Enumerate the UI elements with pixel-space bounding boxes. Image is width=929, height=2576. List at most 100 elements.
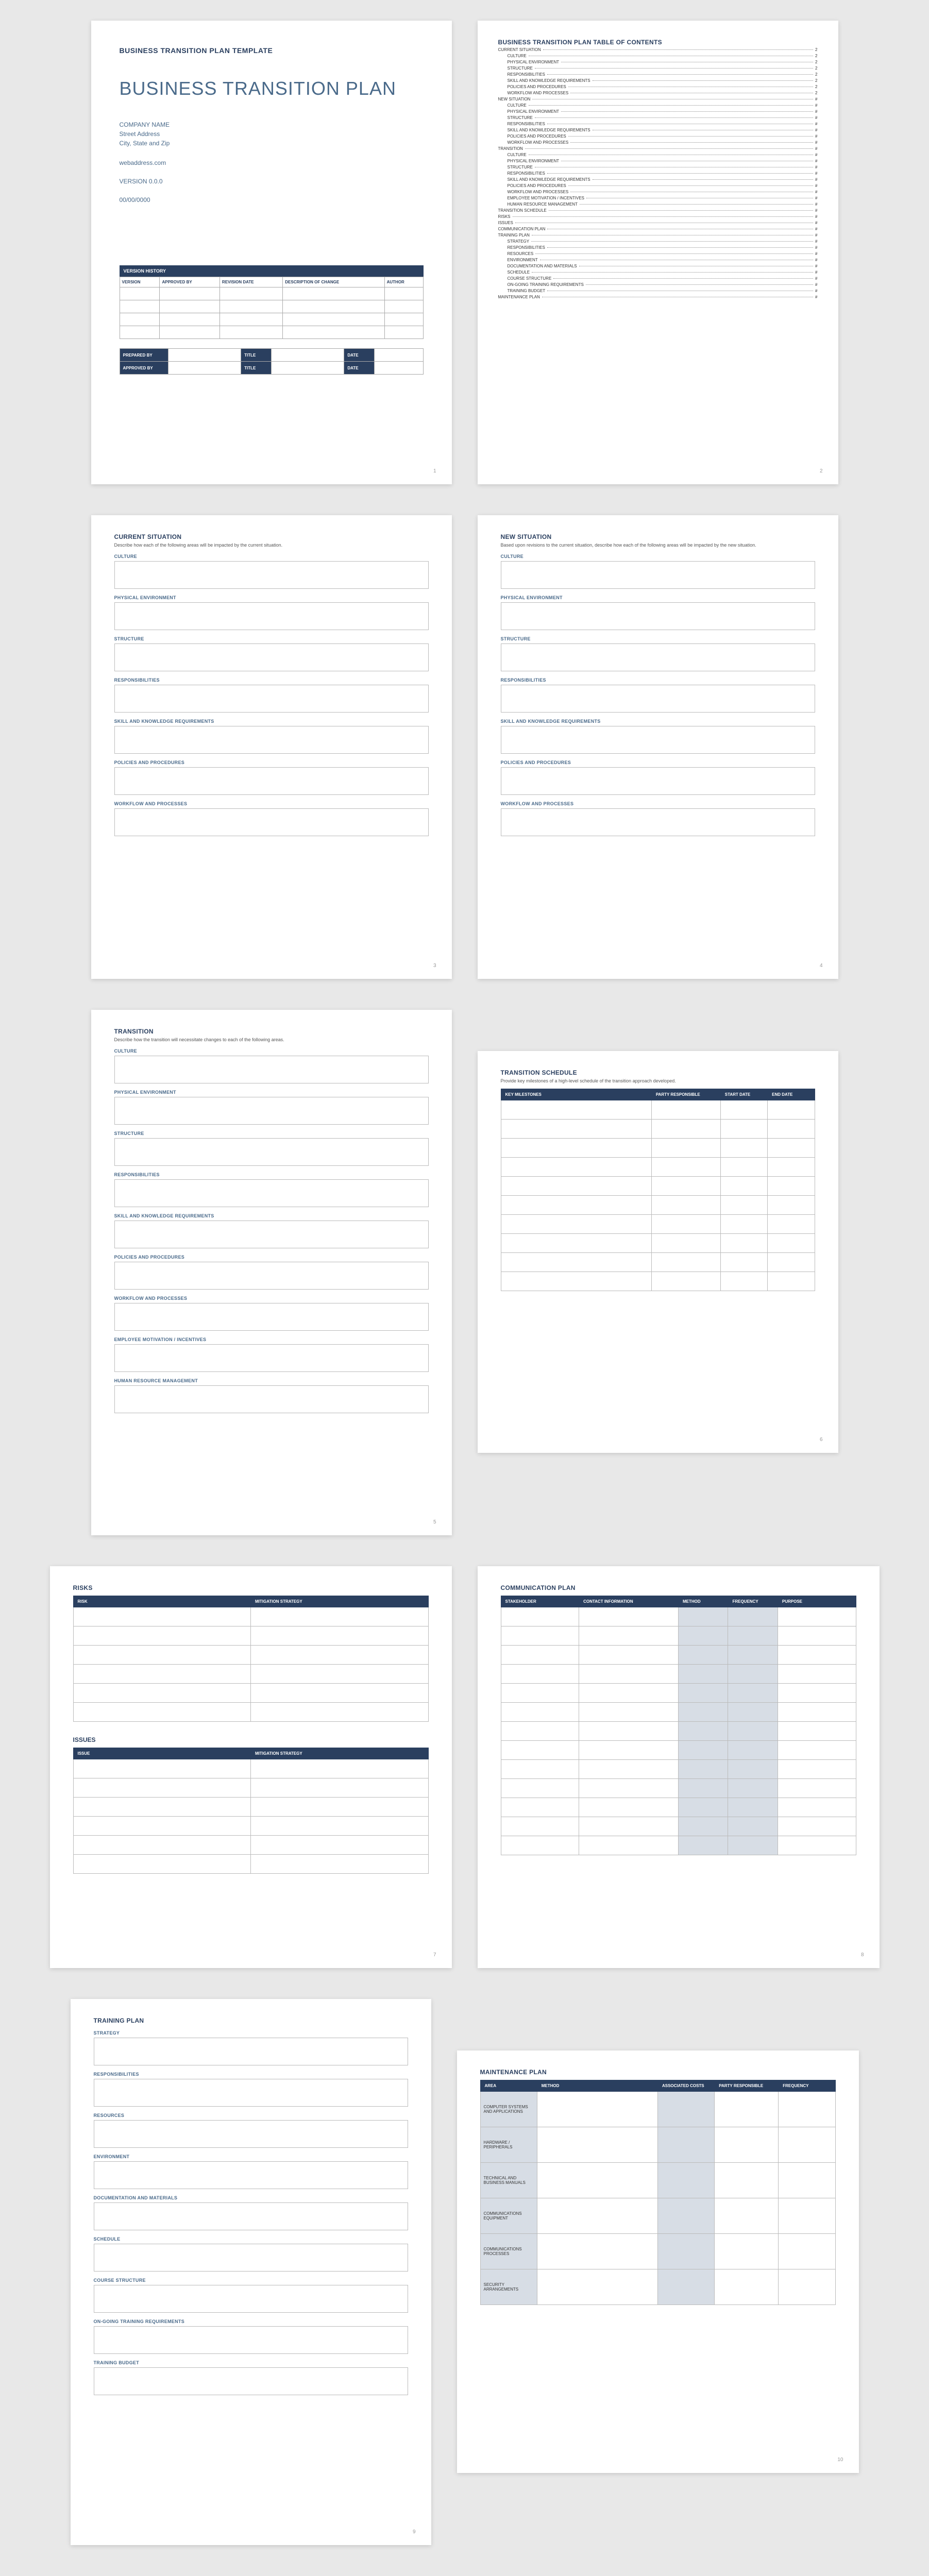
field-box[interactable] [114, 643, 429, 671]
cell[interactable] [768, 1100, 815, 1120]
field-box[interactable] [114, 1221, 429, 1248]
cell[interactable] [501, 1215, 651, 1234]
cell[interactable] [73, 1684, 251, 1703]
field-box[interactable] [94, 2326, 408, 2354]
field-box[interactable] [501, 561, 815, 589]
field-box[interactable] [114, 1097, 429, 1125]
cell[interactable] [715, 2092, 779, 2127]
cell[interactable] [728, 1798, 778, 1817]
cell[interactable] [651, 1139, 720, 1158]
cell[interactable] [537, 2234, 657, 2269]
cell[interactable] [779, 2127, 835, 2163]
cell[interactable] [768, 1158, 815, 1177]
cell[interactable] [678, 1817, 728, 1836]
cell[interactable] [501, 1120, 651, 1139]
field-box[interactable] [114, 726, 429, 754]
cell[interactable] [778, 1741, 856, 1760]
cell[interactable] [778, 1836, 856, 1855]
cell[interactable] [778, 1779, 856, 1798]
cell[interactable] [73, 1607, 251, 1626]
cell[interactable] [651, 1196, 720, 1215]
cell[interactable] [657, 2234, 714, 2269]
cell[interactable] [728, 1741, 778, 1760]
cell[interactable] [720, 1196, 767, 1215]
cell[interactable] [768, 1196, 815, 1215]
field-box[interactable] [94, 2367, 408, 2395]
cell[interactable] [657, 2092, 714, 2127]
cell[interactable] [678, 1626, 728, 1646]
cell[interactable] [768, 1253, 815, 1272]
cell[interactable] [778, 1607, 856, 1626]
cell[interactable] [73, 1836, 251, 1855]
cell[interactable] [651, 1177, 720, 1196]
field-box[interactable] [114, 1056, 429, 1083]
cell[interactable] [501, 1665, 579, 1684]
cell[interactable] [657, 2198, 714, 2234]
cell[interactable] [720, 1139, 767, 1158]
cell[interactable] [720, 1120, 767, 1139]
cell[interactable] [579, 1722, 679, 1741]
cell[interactable] [501, 1253, 651, 1272]
cell[interactable] [728, 1646, 778, 1665]
cell[interactable] [251, 1665, 429, 1684]
cell[interactable] [579, 1760, 679, 1779]
cell[interactable] [251, 1778, 429, 1798]
cell[interactable] [728, 1626, 778, 1646]
cell[interactable] [579, 1684, 679, 1703]
cell[interactable] [778, 1817, 856, 1836]
field-box[interactable] [501, 767, 815, 795]
field-box[interactable] [114, 808, 429, 836]
field-box[interactable] [114, 1385, 429, 1413]
cell[interactable] [728, 1760, 778, 1779]
cell[interactable] [678, 1607, 728, 1626]
cell[interactable] [728, 1722, 778, 1741]
cell[interactable] [251, 1703, 429, 1722]
cell[interactable] [651, 1234, 720, 1253]
cell[interactable] [779, 2163, 835, 2198]
cell[interactable] [537, 2163, 657, 2198]
cell[interactable] [251, 1798, 429, 1817]
cell[interactable] [678, 1741, 728, 1760]
cell[interactable] [501, 1760, 579, 1779]
cell[interactable] [537, 2198, 657, 2234]
cell[interactable] [251, 1626, 429, 1646]
cell[interactable] [678, 1646, 728, 1665]
field-box[interactable] [501, 808, 815, 836]
cell[interactable] [73, 1798, 251, 1817]
cell[interactable] [501, 1741, 579, 1760]
cell[interactable] [778, 1626, 856, 1646]
cell[interactable] [728, 1684, 778, 1703]
cell[interactable] [778, 1760, 856, 1779]
cell[interactable] [779, 2092, 835, 2127]
field-box[interactable] [114, 767, 429, 795]
cell[interactable] [501, 1139, 651, 1158]
cell[interactable] [715, 2234, 779, 2269]
cell[interactable] [651, 1100, 720, 1120]
cell[interactable] [768, 1234, 815, 1253]
cell[interactable] [651, 1158, 720, 1177]
cell[interactable] [73, 1665, 251, 1684]
cell[interactable] [501, 1722, 579, 1741]
field-box[interactable] [501, 602, 815, 630]
field-box[interactable] [114, 1344, 429, 1372]
field-box[interactable] [94, 2038, 408, 2065]
cell[interactable] [501, 1836, 579, 1855]
cell[interactable] [779, 2269, 835, 2305]
cell[interactable] [678, 1703, 728, 1722]
cell[interactable] [501, 1177, 651, 1196]
field-box[interactable] [114, 602, 429, 630]
cell[interactable] [768, 1139, 815, 1158]
cell[interactable] [579, 1779, 679, 1798]
field-box[interactable] [114, 1303, 429, 1331]
field-box[interactable] [114, 685, 429, 713]
field-box[interactable] [94, 2079, 408, 2107]
cell[interactable] [720, 1215, 767, 1234]
cell[interactable] [715, 2198, 779, 2234]
cell[interactable] [501, 1779, 579, 1798]
cell[interactable] [768, 1120, 815, 1139]
cell[interactable] [579, 1798, 679, 1817]
cell[interactable] [251, 1607, 429, 1626]
cell[interactable] [720, 1177, 767, 1196]
cell[interactable] [73, 1646, 251, 1665]
cell[interactable] [579, 1836, 679, 1855]
